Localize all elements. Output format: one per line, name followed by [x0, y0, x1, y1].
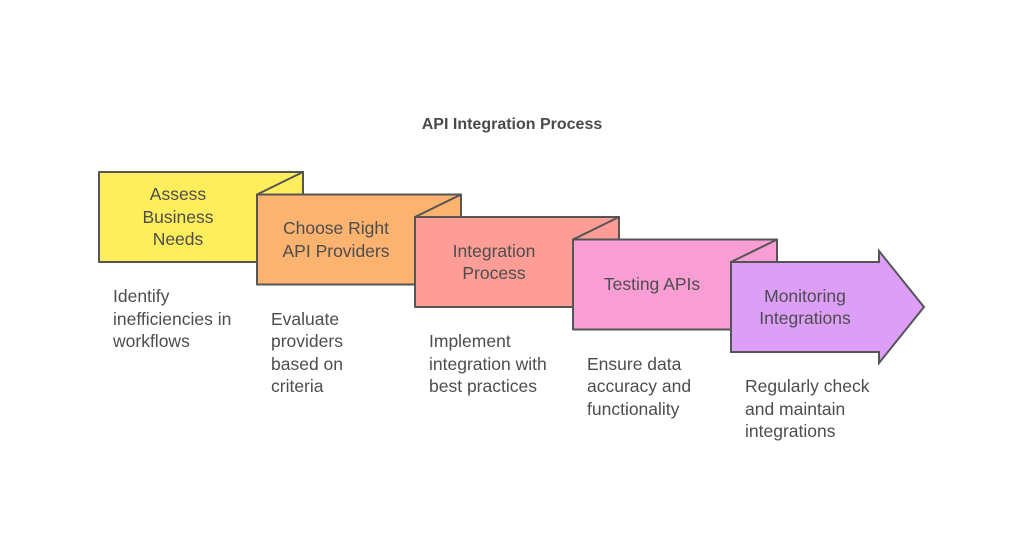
step-description-assess-business-needs: Identify inefficiencies in workflows [113, 286, 232, 351]
step-label-monitoring-integrations: Monitoring Integrations [759, 285, 851, 329]
step-label-choose-api-providers: Choose Right API Providers [282, 218, 390, 261]
step-label-integration-process: Integration Process [452, 240, 536, 284]
step-label-testing-apis: Testing APIs [603, 274, 701, 295]
step-description-choose-api-providers: Evaluate providers based on criteria [271, 308, 344, 397]
diagram-title: API Integration Process [421, 116, 603, 133]
step-description-testing-apis: Ensure data accuracy and functionality [587, 353, 692, 419]
step-label-assess-business-needs: Assess Business Needs [142, 184, 214, 250]
step-description-monitoring-integrations: Regularly check and maintain integration… [745, 376, 870, 441]
step-description-integration-process: Implement integration with best practice… [429, 331, 547, 396]
